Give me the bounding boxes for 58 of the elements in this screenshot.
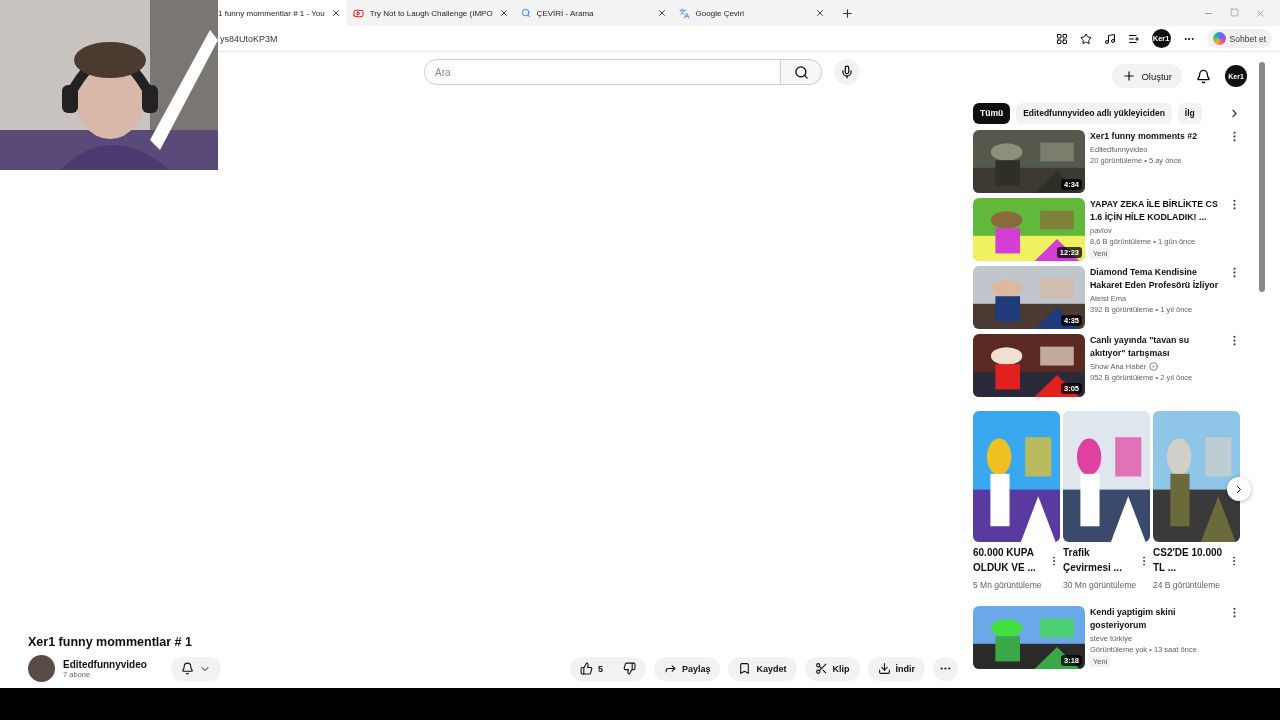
share-icon: [663, 662, 677, 675]
short-views: 30 Mn görüntüleme: [1063, 579, 1138, 592]
action-button[interactable]: Klip: [804, 656, 860, 681]
close-icon[interactable]: [814, 8, 825, 18]
action-button[interactable]: Kaydet: [728, 656, 797, 681]
browser-tab[interactable]: Google Çeviri: [672, 0, 831, 26]
new-tab-icon[interactable]: [840, 6, 854, 20]
apps-icon[interactable]: [1055, 32, 1068, 45]
bell-icon[interactable]: [1196, 68, 1211, 84]
short-title[interactable]: Trafik Çevirmesi ...: [1063, 546, 1135, 575]
scrollbar-thumb[interactable]: [1259, 62, 1265, 292]
bookmark-icon: [738, 662, 752, 675]
mic-button[interactable]: [834, 59, 860, 85]
filter-chip[interactable]: İlg: [1177, 102, 1202, 124]
browser-tab[interactable]: 1 funny mommentlar # 1 - You: [218, 0, 347, 26]
short-views: 5 Mn görüntüleme: [973, 579, 1043, 592]
video-title[interactable]: Xer1 funny momments #2: [1090, 130, 1223, 144]
search-button[interactable]: [781, 59, 822, 85]
browser-tab[interactable]: Try Not to Laugh Challenge (IMPO: [346, 0, 515, 26]
video-title[interactable]: Canlı yayında "tavan su akıtıyor" tartışması: [1090, 334, 1223, 361]
action-button[interactable]: Paylaş: [653, 656, 721, 681]
scissors-icon: [814, 662, 828, 675]
address-field[interactable]: ys84UtoKP3M: [220, 33, 1056, 44]
video-title[interactable]: Kendi yaptigim skini gosteriyorum: [1090, 605, 1223, 633]
next-button[interactable]: [1227, 477, 1251, 501]
video-title[interactable]: YAPAY ZEKA İLE BİRLİKTE CS 1.6 İÇİN HİLE KODLADIK! ...: [1090, 198, 1223, 225]
download-icon: [877, 662, 891, 675]
more-button[interactable]: [933, 656, 958, 681]
close-icon[interactable]: [498, 8, 509, 18]
chat-button[interactable]: Sohbet et: [1206, 29, 1272, 48]
translate-icon: [678, 7, 690, 19]
short-title[interactable]: 60.000 KUPA OLDUK VE ...: [973, 546, 1045, 575]
search-icon: [520, 8, 531, 18]
short-title[interactable]: CS2'DE 10.000 TL ...: [1153, 546, 1225, 575]
channel-name[interactable]: Editedfunnyvideo: [63, 658, 163, 670]
browser-tab[interactable]: ÇEVİRİ - Arama: [514, 0, 673, 26]
search-icon: [793, 64, 809, 80]
star-icon[interactable]: [1079, 32, 1092, 45]
short-views: 24 B görüntüleme: [1153, 579, 1222, 592]
thumbs-down-icon: [622, 662, 636, 675]
close-icon[interactable]: [656, 8, 667, 18]
notification-button[interactable]: [171, 656, 221, 681]
video-title[interactable]: Diamond Tema Kendisine Hakaret Eden Profesörü İzliyor: [1090, 266, 1223, 293]
plus-icon: [1122, 69, 1137, 83]
channel-avatar[interactable]: [28, 655, 55, 682]
close-icon[interactable]: [330, 8, 341, 18]
music-icon[interactable]: [1103, 32, 1116, 45]
filter-chip[interactable]: Tümü: [973, 102, 1011, 124]
bell-icon: [181, 662, 194, 675]
video-title: Xer1 funny mommentlar # 1: [28, 635, 193, 649]
filter-chip[interactable]: Editedfunnyvideo adlı yükleyiciden: [1016, 102, 1172, 124]
thumbs-up-icon: [579, 662, 593, 675]
youtube-icon: [352, 7, 364, 19]
create-button[interactable]: Oluştur: [1112, 64, 1182, 88]
mic-icon: [840, 65, 854, 79]
search-field[interactable]: Ara: [424, 59, 781, 85]
action-button[interactable]: İndir: [867, 656, 925, 681]
favorites-icon[interactable]: [1127, 32, 1140, 45]
